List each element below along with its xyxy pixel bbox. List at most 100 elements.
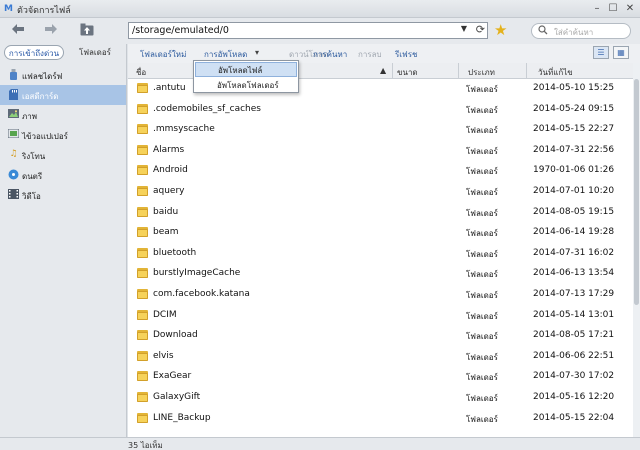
- vertical-scrollbar[interactable]: [633, 63, 640, 437]
- file-row[interactable]: Alarms โฟลเดอร์ 2014-07-31 22:56: [128, 141, 633, 162]
- sd-card-icon: [8, 89, 19, 100]
- search-input[interactable]: ใส่คำค้นหา: [531, 23, 631, 39]
- file-row[interactable]: com.facebook.katana โฟลเดอร์ 2014-07-13 17…: [128, 285, 633, 306]
- file-name: GalaxyGift: [153, 392, 201, 402]
- file-row[interactable]: ExaGear โฟลเดอร์ 2014-07-30 17:02: [128, 367, 633, 388]
- file-modified-date: 2014-07-30 17:02: [533, 371, 615, 382]
- sidebar-item-label: แฟลชไดร์ฟ: [22, 72, 63, 81]
- window-title: ตัวจัดการไฟล์: [17, 6, 71, 16]
- folder-icon: [137, 144, 148, 155]
- sidebar-item-sd-card[interactable]: เอสดีการ์ด: [0, 85, 126, 105]
- sidebar-item-flash-drive[interactable]: แฟลชไดร์ฟ: [0, 65, 126, 85]
- sidebar-item-music[interactable]: ดนตรี: [0, 165, 126, 185]
- file-name: burstlyImageCache: [153, 268, 241, 279]
- file-modified-date: 2014-05-24 09:15: [533, 103, 615, 114]
- upload-caret-icon[interactable]: ▾: [255, 48, 259, 57]
- file-modified-date: 2014-05-10 15:25: [533, 83, 615, 93]
- file-type: โฟลเดอร์: [466, 85, 498, 94]
- sidebar-item-wallpaper[interactable]: ไข้วอแปเปอร์: [0, 125, 126, 145]
- file-row[interactable]: Android โฟลเดอร์ 1970-01-06 01:26: [128, 161, 633, 182]
- file-row[interactable]: bluetooth โฟลเดอร์ 2014-07-31 16:02: [128, 244, 633, 265]
- file-type: โฟลเดอร์: [466, 229, 498, 239]
- file-type: โฟลเดอร์: [466, 146, 498, 156]
- file-name: DCIM: [153, 309, 177, 320]
- grid-view-icon[interactable]: ▦: [613, 46, 629, 59]
- minimize-button[interactable]: –: [590, 2, 604, 15]
- file-type: โฟลเดอร์: [466, 414, 498, 424]
- file-name: elvis: [153, 350, 174, 361]
- image-icon: [8, 109, 19, 120]
- file-list: .antutu โฟลเดอร์ 2014-05-10 15:25 .codemobi…: [128, 79, 633, 437]
- sort-indicator-icon[interactable]: ▲: [380, 66, 386, 75]
- file-row[interactable]: LINE_Backup โฟลเดอร์ 2014-05-15 22:04: [128, 409, 633, 430]
- file-row[interactable]: baidu โฟลเดอร์ 2014-08-05 19:15: [128, 203, 633, 224]
- folder-icon: [137, 412, 148, 423]
- usb-drive-icon: [8, 69, 19, 80]
- back-arrow-icon[interactable]: [9, 23, 27, 39]
- tab-quick-access[interactable]: การเข้าถึงด่วน: [4, 45, 64, 60]
- file-modified-date: 2014-05-15 22:27: [533, 124, 615, 135]
- file-row[interactable]: Download โฟลเดอร์ 2014-08-05 17:21: [128, 326, 633, 347]
- file-type: โฟลเดอร์: [466, 291, 498, 300]
- upload-folder-icon[interactable]: [78, 23, 96, 39]
- sidebar-item-ringtones[interactable]: ♫ ริงโทน: [0, 145, 126, 165]
- folder-icon: [137, 227, 148, 238]
- folder-icon: [137, 371, 148, 382]
- column-size[interactable]: ขนาด: [397, 66, 418, 79]
- file-type: โฟลเดอร์: [466, 208, 498, 218]
- file-modified-date: 2014-05-15 22:04: [533, 412, 615, 423]
- file-modified-date: 2014-06-14 19:28: [533, 227, 615, 238]
- new-folder-button[interactable]: โฟลเดอร์ใหม่: [140, 48, 186, 61]
- file-row[interactable]: beam โฟลเดอร์ 2014-06-14 19:28: [128, 223, 633, 244]
- column-date[interactable]: วันที่แก้ไข: [538, 66, 573, 79]
- favorite-star-icon[interactable]: ★: [494, 22, 507, 38]
- file-type: โฟลเดอร์: [466, 373, 498, 383]
- list-view-icon[interactable]: ☰: [593, 46, 609, 59]
- file-modified-date: 2014-08-05 17:21: [533, 330, 615, 341]
- file-modified-date: 2014-08-05 19:15: [533, 206, 615, 217]
- close-button[interactable]: ✕: [623, 2, 637, 15]
- file-row[interactable]: .mmsyscache โฟลเดอร์ 2014-05-15 22:27: [128, 120, 633, 141]
- music-disc-icon: [8, 169, 19, 180]
- refresh-button[interactable]: รีเฟรช: [395, 48, 417, 61]
- file-type: โฟลเดอร์: [466, 249, 498, 259]
- app-logo-icon: M: [4, 4, 13, 14]
- column-name[interactable]: ชื่อ: [136, 66, 146, 79]
- file-modified-date: 2014-06-13 13:54: [533, 268, 615, 279]
- column-divider: [458, 63, 459, 79]
- file-row[interactable]: elvis โฟลเดอร์ 2014-06-06 22:51: [128, 347, 633, 368]
- folder-icon: [137, 350, 148, 361]
- column-type[interactable]: ประเภท: [468, 66, 495, 79]
- file-name: .codemobiles_sf_caches: [153, 103, 261, 114]
- folder-icon: [137, 289, 148, 299]
- item-count: 35 ไอเท็ม: [128, 441, 163, 450]
- wallpaper-icon: [7, 128, 20, 140]
- file-name: aquery: [153, 186, 185, 196]
- file-modified-date: 2014-07-31 16:02: [533, 247, 615, 258]
- sidebar-item-videos[interactable]: วิดีโอ: [0, 185, 126, 205]
- delete-button[interactable]: การลบ: [358, 48, 382, 61]
- sidebar-item-label: ไข้วอแปเปอร์: [22, 132, 68, 141]
- sidebar-item-pictures[interactable]: ภาพ: [0, 105, 126, 125]
- search-action-button[interactable]: การค้นหา: [313, 48, 347, 61]
- path-go-icon[interactable]: ⟳: [476, 23, 485, 36]
- scrollbar-thumb[interactable]: [634, 79, 639, 305]
- file-type: โฟลเดอร์: [466, 167, 498, 177]
- menu-item-upload-folder[interactable]: อัพโหลดโฟลเดอร์: [195, 78, 297, 93]
- file-row[interactable]: .codemobiles_sf_caches โฟลเดอร์ 2014-05-24…: [128, 100, 633, 121]
- maximize-button[interactable]: ☐: [606, 2, 620, 15]
- file-row[interactable]: DCIM โฟลเดอร์ 2014-05-14 13:01: [128, 306, 633, 327]
- menu-item-upload-file[interactable]: อัพโหลดไฟล์: [195, 62, 297, 77]
- file-row[interactable]: GalaxyGift โฟลเดอร์ 2014-05-16 12:20: [128, 388, 633, 409]
- file-row[interactable]: burstlyImageCache โฟลเดอร์ 2014-06-13 13:5…: [128, 264, 633, 285]
- file-type: โฟลเดอร์: [466, 126, 498, 136]
- file-name: bluetooth: [153, 247, 197, 258]
- file-row[interactable]: aquery โฟลเดอร์ 2014-07-01 10:20: [128, 182, 633, 203]
- file-type: โฟลเดอร์: [466, 394, 498, 403]
- path-history-dropdown-icon[interactable]: ▼: [461, 24, 467, 33]
- file-modified-date: 2014-06-06 22:51: [533, 350, 615, 361]
- tab-folders[interactable]: โฟลเดอร์: [66, 45, 124, 60]
- forward-arrow-icon[interactable]: [42, 23, 60, 39]
- folder-icon: [137, 247, 148, 258]
- path-input[interactable]: /storage/emulated/0 ▼ ⟳: [128, 22, 488, 39]
